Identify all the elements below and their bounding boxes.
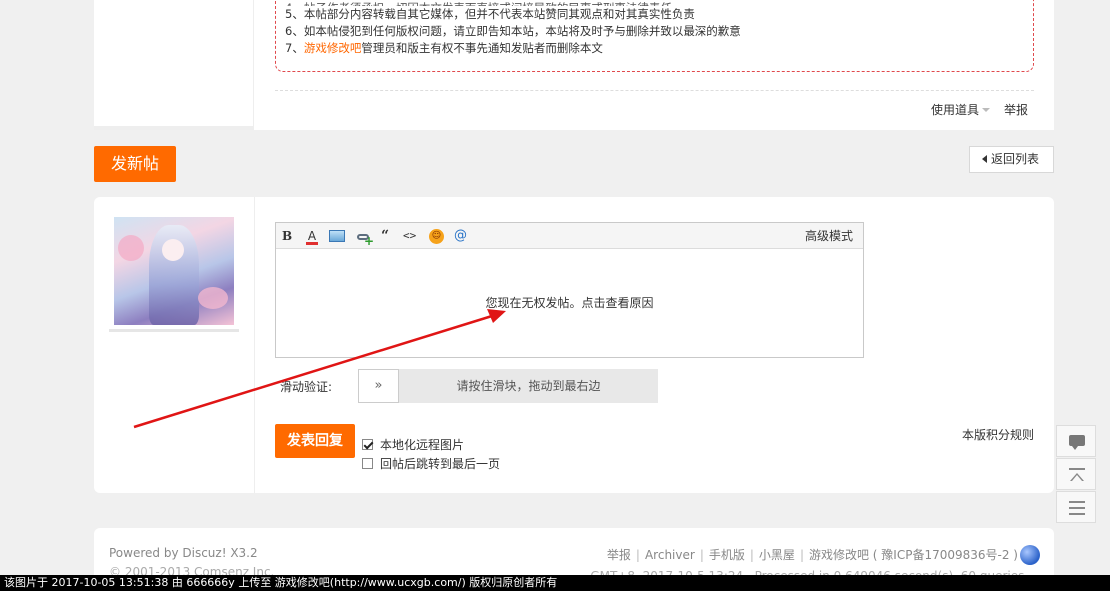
quick-reply-button[interactable] — [1056, 425, 1096, 457]
back-to-top-icon — [1069, 468, 1085, 470]
report-link[interactable]: 举报 — [1004, 103, 1028, 117]
arrow-up-icon — [1070, 473, 1084, 481]
code-button[interactable]: <> — [403, 228, 416, 244]
footer-link-site[interactable]: 游戏修改吧 ( 豫ICP备17009836号-2 ) — [809, 548, 1018, 562]
divider — [275, 90, 1034, 91]
no-permission-link[interactable]: 您现在无权发帖。点击查看原因 — [276, 294, 863, 311]
disclaimer-line-6: 6、如本帖侵犯到任何版权问题，请立即告知本站，本站将及时予与删除并致以最深的歉意 — [285, 24, 741, 38]
jump-last-page-checkbox[interactable]: 回帖后跳转到最后一页 — [362, 455, 500, 472]
footer-links: 举报 | Archiver | 手机版 | 小黑屋 | 游戏修改吧 ( 豫ICP备1700983… — [607, 546, 1018, 563]
editor-body[interactable]: 您现在无权发帖。点击查看原因 — [276, 249, 863, 357]
divider — [94, 126, 254, 130]
powered-by[interactable]: Powered by Discuz! X3.2 — [109, 546, 258, 560]
post-tools: 使用道具 举报 — [931, 101, 1028, 118]
link-icon[interactable]: + — [354, 228, 374, 248]
list-icon — [1069, 513, 1085, 515]
footer-link-report[interactable]: 举报 — [607, 548, 631, 562]
advanced-mode-link[interactable]: 高级模式 — [805, 228, 853, 244]
localize-images-label: 本地化远程图片 — [380, 438, 465, 452]
previous-post-card: 4、帖子作者须承担一切因本文发表而直接或间接导致的民事或刑事法律责任 5、本帖部… — [94, 0, 1054, 130]
submit-reply-button[interactable]: 发表回复 — [275, 424, 355, 458]
caret-down-icon — [981, 107, 990, 112]
list-icon — [1069, 501, 1085, 503]
jump-last-page-label: 回帖后跳转到最后一页 — [380, 457, 501, 471]
checkbox-unchecked[interactable] — [362, 458, 373, 469]
separator: | — [635, 548, 640, 562]
slide-captcha[interactable]: » 请按住滑块，拖动到最右边 — [358, 369, 658, 403]
editor-toolbar: B A + “ <> ☺ @ 高级模式 — [276, 223, 863, 249]
emoji-icon[interactable]: ☺ — [429, 229, 444, 244]
plus-icon: + — [364, 234, 375, 248]
separator: | — [799, 548, 804, 562]
use-tools-menu[interactable]: 使用道具 — [931, 103, 979, 117]
image-icon[interactable] — [329, 230, 345, 242]
avatar[interactable] — [114, 217, 234, 325]
checkbox-checked[interactable] — [362, 439, 373, 450]
localize-images-checkbox[interactable]: 本地化远程图片 — [362, 436, 464, 453]
side-toolbar — [1056, 425, 1096, 524]
quote-button[interactable]: “ — [381, 228, 389, 244]
post-author-column — [94, 0, 254, 130]
separator: | — [699, 548, 704, 562]
list-icon — [1069, 507, 1085, 509]
new-post-button[interactable]: 发新帖 — [94, 146, 176, 182]
disclaimer-line-7-prefix: 7、 — [285, 41, 304, 55]
footer-link-blacklist[interactable]: 小黑屋 — [759, 548, 795, 562]
slider-knob[interactable]: » — [358, 369, 399, 403]
back-to-top-button[interactable] — [1056, 458, 1096, 490]
board-rules-link[interactable]: 本版积分规则 — [962, 426, 1034, 443]
footer-link-archiver[interactable]: Archiver — [645, 548, 695, 562]
disclaimer-line-5: 5、本帖部分内容转载自其它媒体，但并不代表本站赞同其观点和对其真实性负责 — [285, 7, 695, 21]
avatar-face — [162, 239, 184, 261]
mention-button[interactable]: @ — [454, 228, 467, 244]
reply-editor: B A + “ <> ☺ @ 高级模式 您现在无权发帖。点击查看原因 — [275, 222, 864, 358]
back-to-list-side-button[interactable] — [1056, 491, 1096, 523]
slider-hint: 请按住滑块，拖动到最右边 — [456, 379, 601, 393]
font-color-label: A — [307, 229, 317, 243]
footer-link-mobile[interactable]: 手机版 — [709, 548, 745, 562]
disclaimer-line-7-suffix: 管理员和版主有权不事先通知发贴者而删除本文 — [361, 41, 603, 55]
bold-button[interactable]: B — [282, 228, 292, 244]
avatar-petal — [198, 287, 228, 309]
globe-icon[interactable] — [1020, 545, 1040, 565]
avatar-petal — [118, 235, 144, 261]
slide-captcha-label: 滑动验证: — [280, 380, 333, 394]
disclaimer-line-7: 7、游戏修改吧管理员和版主有权不事先通知发贴者而删除本文 — [285, 40, 1033, 57]
quick-reply-card: B A + “ <> ☺ @ 高级模式 您现在无权发帖。点击查看原因 滑动验证:… — [94, 197, 1054, 493]
back-to-list-label: 返回列表 — [991, 152, 1040, 166]
image-watermark: 该图片于 2017-10-05 13:51:38 由 666666y 上传至 游… — [0, 575, 1110, 591]
back-to-list-button[interactable]: 返回列表 — [969, 146, 1054, 173]
forum-name-link[interactable]: 游戏修改吧 — [304, 41, 362, 55]
avatar-shadow — [109, 329, 239, 332]
font-color-button[interactable]: A — [306, 228, 318, 245]
separator: | — [749, 548, 754, 562]
post-disclaimer: 4、帖子作者须承担一切因本文发表而直接或间接导致的民事或刑事法律责任 5、本帖部… — [275, 0, 1034, 72]
caret-left-icon — [982, 155, 987, 163]
comment-icon — [1069, 435, 1085, 450]
reply-author-column — [94, 197, 255, 493]
